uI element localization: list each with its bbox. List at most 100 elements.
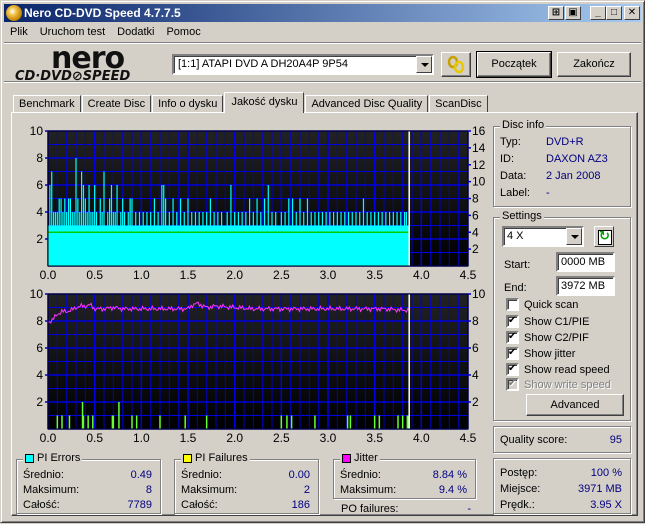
speed-value: 3.95 X (590, 499, 622, 511)
pie-total-value: 7789 (127, 499, 152, 511)
top-y-tick-label-right: 8 (472, 192, 479, 206)
pi-errors-group: PI Errors Średnio: 0.49 Maksimum: 8 Całość… (16, 452, 161, 514)
speed-label: Prędk.: (500, 499, 535, 511)
checkbox-label: Show jitter (524, 348, 576, 360)
checkbox-box[interactable] (506, 362, 519, 376)
disc-type-value: DVD+R (546, 136, 584, 148)
show-read-speed-checkbox[interactable]: Show read speed (506, 362, 610, 377)
quality-score-group: Quality score: 95 (493, 426, 631, 453)
disc-label-row: Label: - (500, 186, 622, 200)
pie-avg-label: Średnio: (23, 469, 64, 481)
checkbox-box[interactable] (506, 330, 519, 344)
pi-failures-swatch-icon (183, 454, 192, 463)
top-x-tick-label: 3.0 (320, 268, 337, 282)
position-value: 3971 MB (577, 483, 622, 495)
start-field[interactable]: 0000 MB (556, 252, 615, 272)
quality-score-value: 95 (609, 434, 622, 446)
disc-id-value: DAXON AZ3 (546, 153, 608, 165)
position-row: Miejsce: 3971 MB (500, 482, 622, 496)
top-y-tick-label-right: 16 (472, 124, 486, 138)
quick-scan-checkbox[interactable]: Quick scan (506, 298, 578, 312)
bottom-y-tick-label-left: 2 (36, 395, 43, 409)
jitter-max-value: 9.4 % (438, 484, 467, 496)
pif-max-label: Maksimum: (181, 484, 238, 496)
pif-total-row: Całość: 186 (181, 498, 310, 512)
top-y-tick-label-left: 8 (36, 151, 43, 165)
disc-date-label: Data: (500, 170, 527, 182)
bottom-y-tick-label-right: 4 (472, 368, 479, 382)
progress-label: Postęp: (500, 467, 538, 479)
disc-type-row: Typ: DVD+R (500, 135, 622, 149)
pif-max-value: 2 (303, 484, 310, 496)
top-y-tick-label-right: 2 (472, 242, 479, 256)
bottom-x-tick-label: 0.0 (40, 431, 57, 445)
show-jitter-checkbox[interactable]: Show jitter (506, 346, 576, 361)
disc-id-label: ID: (500, 153, 515, 165)
checkbox-label: Show C2/PIF (524, 332, 589, 344)
show-pie-checkbox[interactable]: Show C1/PIE (506, 314, 589, 329)
bottom-x-tick-label: 4.0 (413, 431, 430, 445)
top-y-tick-label-left: 6 (36, 178, 43, 192)
pie-max-value: 8 (145, 484, 152, 496)
refresh-speed-button[interactable] (594, 226, 614, 247)
pie-avg-row: Średnio: 0.49 (23, 468, 152, 482)
chevron-down-icon[interactable] (566, 228, 582, 245)
top-x-tick-label: 1.5 (180, 268, 197, 282)
jitter-group: Jitter Średnio: 8.84 % Maksimum: 9.4 % (333, 452, 476, 499)
disc-date-row: Data: 2 Jan 2008 (500, 169, 622, 183)
progress-group: Postęp: 100 % Miejsce: 3971 MB Prędk.: 3.95… (493, 458, 631, 514)
jitter-max-label: Maksimum: (340, 484, 397, 496)
top-y-tick-label-left: 4 (36, 205, 43, 219)
pi-failures-title: PI Failures (181, 452, 250, 465)
disc-date-value: 2 Jan 2008 (546, 170, 601, 182)
top-y-tick-label-left: 2 (36, 232, 43, 246)
checkbox-box[interactable] (506, 314, 519, 328)
pif-max-row: Maksimum: 2 (181, 483, 310, 497)
po-failures-value: - (467, 503, 471, 515)
disc-info-group: Disc info Typ: DVD+R ID: DAXON AZ3 Data: 2 … (493, 119, 631, 207)
bottom-y-tick-label-right: 2 (472, 395, 479, 409)
show-write-speed-checkbox: Show write speed (506, 377, 611, 392)
checkbox-box[interactable] (506, 298, 519, 311)
bottom-x-tick-label: 2.0 (226, 431, 243, 445)
bottom-x-tick-label: 0.5 (86, 431, 103, 445)
pi-failures-group: PI Failures Średnio: 0.00 Maksimum: 2 Cało… (174, 452, 319, 514)
settings-title: Settings (500, 210, 544, 223)
checkbox-label: Show read speed (524, 364, 610, 376)
bottom-x-tick-label: 1.5 (180, 431, 197, 445)
jitter-max-row: Maksimum: 9.4 % (340, 483, 467, 497)
bottom-x-tick-label: 1.0 (133, 431, 150, 445)
top-x-tick-label: 2.0 (226, 268, 243, 282)
bottom-y-tick-label-left: 6 (36, 341, 43, 355)
pie-total-label: Całość: (23, 499, 60, 511)
top-y-tick-label-right: 12 (472, 158, 486, 172)
pi-failures-title-text: PI Failures (195, 452, 248, 464)
po-failures-label: PO failures: (341, 503, 399, 515)
bottom-y-tick-label-left: 8 (36, 314, 43, 328)
pie-max-label: Maksimum: (23, 484, 80, 496)
pie-avg-value: 0.49 (130, 469, 152, 481)
bottom-y-tick-label-right: 6 (472, 341, 479, 355)
top-x-tick-label: 3.5 (366, 268, 383, 282)
checkbox-label: Show write speed (524, 379, 611, 391)
app-window: Nero CD-DVD Speed 4.7.7.5 ⊞ ▣ _ □ ✕ Plik… (0, 0, 645, 523)
end-field[interactable]: 3972 MB (556, 276, 615, 296)
checkbox-box[interactable] (506, 346, 519, 360)
pi-errors-title: PI Errors (23, 452, 83, 465)
po-failures-row: PO failures: - (341, 502, 471, 516)
advanced-button[interactable]: Advanced (526, 394, 624, 416)
speed-select[interactable]: 4 X (502, 226, 584, 247)
jitter-title-text: Jitter (354, 452, 378, 464)
pif-avg-row: Średnio: 0.00 (181, 468, 310, 482)
show-pif-checkbox[interactable]: Show C2/PIF (506, 330, 589, 345)
settings-group: Settings 4 X Start: 0000 MB End: 3972 MB… (493, 210, 631, 421)
pif-avg-label: Średnio: (181, 469, 222, 481)
jitter-avg-row: Średnio: 8.84 % (340, 468, 467, 482)
progress-value: 100 % (590, 467, 622, 479)
tab-disc-quality[interactable]: Jakość dysku (224, 92, 305, 113)
disc-id-row: ID: DAXON AZ3 (500, 152, 622, 166)
top-x-tick-label: 1.0 (133, 268, 150, 282)
top-y-tick-label-left: 10 (30, 124, 44, 138)
top-y-tick-label-right: 4 (472, 225, 479, 239)
top-y-tick-label-right: 14 (472, 141, 486, 155)
